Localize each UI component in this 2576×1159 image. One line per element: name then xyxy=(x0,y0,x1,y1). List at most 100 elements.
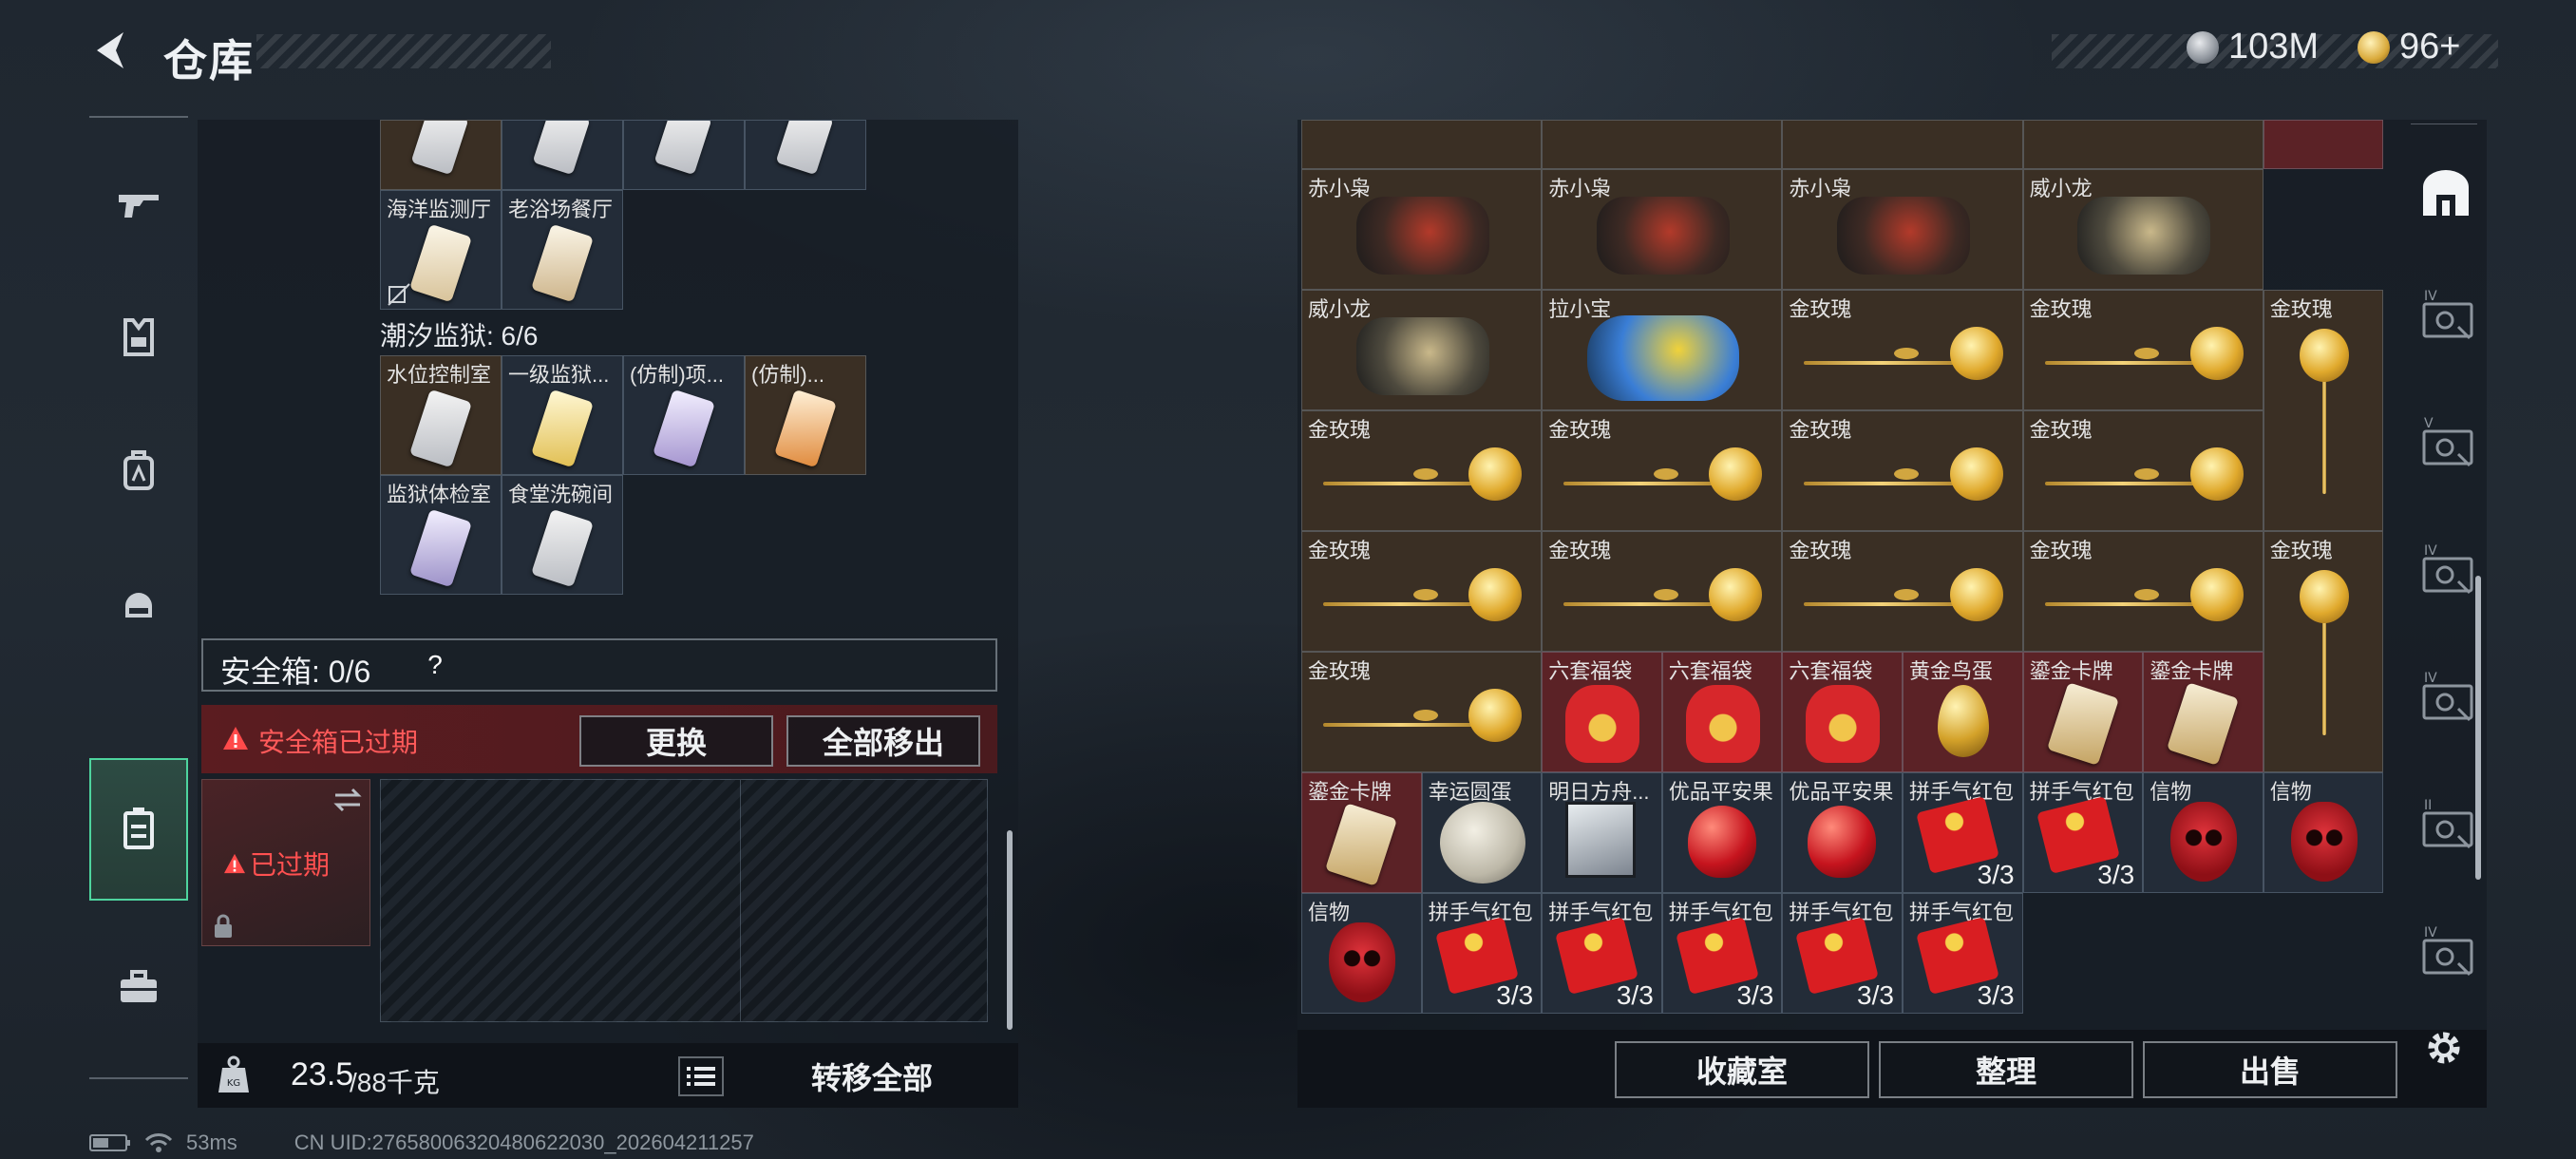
settings-gear-icon[interactable] xyxy=(2420,1024,2468,1072)
item-cell[interactable]: (仿制)项... xyxy=(623,355,745,475)
item-cell[interactable]: 监狱体检室 xyxy=(380,475,502,595)
safebox-slot[interactable]: 已过期 xyxy=(201,779,370,946)
move-all-out-button[interactable]: 全部移出 xyxy=(786,715,980,767)
item-cell[interactable]: 金玫瑰 xyxy=(2263,290,2384,531)
item-cell[interactable]: 金玫瑰 xyxy=(2263,531,2384,772)
item-cell[interactable]: 赤小枭 xyxy=(1542,169,1783,290)
item-cell[interactable] xyxy=(380,120,502,190)
item-cell[interactable]: 海洋监测厅 xyxy=(380,190,502,310)
item-cell[interactable]: 幸运圆蛋 xyxy=(1421,772,1543,893)
map-badge-icon[interactable]: IV xyxy=(2416,540,2477,598)
list-view-button[interactable] xyxy=(678,1056,724,1096)
currency-gold[interactable]: 96+ xyxy=(2358,27,2460,67)
item-label: 赤小枭 xyxy=(1308,177,1372,200)
item-cell[interactable]: 金玫瑰 xyxy=(2022,410,2263,531)
map-badge-icon[interactable]: V xyxy=(2416,412,2477,471)
item-cell[interactable]: 拼手气红包 3/3 xyxy=(1903,893,2023,1014)
map-badge-icon[interactable]: IV xyxy=(2416,922,2477,980)
swap-icon[interactable] xyxy=(331,786,364,814)
item-cell[interactable] xyxy=(1782,120,2023,169)
item-cell[interactable] xyxy=(1542,120,1783,169)
weight-capacity: /88千克 xyxy=(350,1068,440,1097)
item-cell[interactable]: 明日方舟... xyxy=(1542,772,1662,893)
map-badge-icon[interactable]: IV xyxy=(2416,285,2477,344)
item-cell[interactable]: 金玫瑰 xyxy=(1782,531,2023,652)
item-cell[interactable]: 六套福袋 xyxy=(1542,652,1662,772)
nav-armor[interactable] xyxy=(89,266,188,408)
item-cell[interactable] xyxy=(623,120,745,190)
item-cell[interactable]: 金玫瑰 xyxy=(1301,652,1543,772)
item-count: 3/3 xyxy=(1496,980,1534,1010)
item-cell[interactable]: 拼手气红包 3/3 xyxy=(1421,893,1543,1014)
item-cell[interactable]: 威小龙 xyxy=(1301,290,1543,410)
item-label: 海洋监测厅 xyxy=(387,198,492,221)
item-cell[interactable]: 优品平安果 xyxy=(1661,772,1783,893)
item-cell[interactable]: 金玫瑰 xyxy=(1782,410,2023,531)
item-cell[interactable]: 六套福袋 xyxy=(1661,652,1783,772)
warning-icon xyxy=(223,727,248,750)
item-cell[interactable]: 水位控制室 xyxy=(380,355,502,475)
item-cell[interactable]: 金玫瑰 xyxy=(2022,290,2263,410)
transfer-all-button[interactable]: 转移全部 xyxy=(745,1051,999,1102)
item-cell[interactable]: 六套福袋 xyxy=(1782,652,1903,772)
svg-text:KG: KG xyxy=(227,1078,240,1089)
item-cell[interactable]: 鎏金卡牌 xyxy=(1301,772,1422,893)
safebox-header: 安全箱: 0/6 ? xyxy=(201,638,997,692)
sell-button[interactable]: 出售 xyxy=(2143,1041,2397,1098)
item-cell[interactable] xyxy=(2022,120,2263,169)
item-cell[interactable]: 食堂洗碗间 xyxy=(502,475,623,595)
item-cell[interactable]: 金玫瑰 xyxy=(2022,531,2263,652)
item-cell[interactable]: 拼手气红包 3/3 xyxy=(1782,893,1903,1014)
scrollbar[interactable] xyxy=(1007,830,1013,1030)
item-cell[interactable]: 拼手气红包 3/3 xyxy=(2022,772,2144,893)
map-badge-icon[interactable]: II xyxy=(2416,794,2477,853)
item-cell[interactable]: 金玫瑰 xyxy=(1542,531,1783,652)
item-cell[interactable]: 金玫瑰 xyxy=(1301,410,1543,531)
item-cell[interactable]: 金玫瑰 xyxy=(1301,531,1543,652)
item-label: 信物 xyxy=(1308,901,1351,924)
item-cell[interactable]: 鎏金卡牌 xyxy=(2022,652,2144,772)
item-cell[interactable]: 拼手气红包 3/3 xyxy=(1903,772,2023,893)
item-cell[interactable]: 信物 xyxy=(2263,772,2384,893)
back-arrow-icon[interactable] xyxy=(87,27,135,74)
item-cell[interactable]: 威小龙 xyxy=(2022,169,2263,290)
item-cell[interactable]: 赤小枭 xyxy=(1782,169,2023,290)
right-nav-home[interactable] xyxy=(2413,160,2479,226)
item-cell[interactable] xyxy=(502,120,623,190)
collection-button[interactable]: 收藏室 xyxy=(1615,1041,1869,1098)
item-cell[interactable]: (仿制)... xyxy=(745,355,866,475)
replace-button[interactable]: 更换 xyxy=(579,715,773,767)
map-badge-icon[interactable]: IV xyxy=(2416,667,2477,726)
item-cell[interactable]: 金玫瑰 xyxy=(1542,410,1783,531)
item-cell[interactable]: 金玫瑰 xyxy=(1782,290,2023,410)
item-cell[interactable]: 鎏金卡牌 xyxy=(2143,652,2263,772)
item-label: 金玫瑰 xyxy=(1548,539,1612,562)
item-cell[interactable]: 老浴场餐厅 xyxy=(502,190,623,310)
item-cell[interactable]: 黄金鸟蛋 xyxy=(1903,652,2023,772)
item-cell[interactable]: 信物 xyxy=(2143,772,2263,893)
item-cell[interactable] xyxy=(745,120,866,190)
sort-button[interactable]: 整理 xyxy=(1879,1041,2133,1098)
item-count: 3/3 xyxy=(2097,860,2135,889)
item-cell[interactable]: 一级监狱... xyxy=(502,355,623,475)
item-cell[interactable]: 赤小枭 xyxy=(1301,169,1543,290)
nav-backpack[interactable] xyxy=(89,399,188,542)
item-cell[interactable]: 优品平安果 xyxy=(1782,772,1903,893)
item-cell[interactable]: 拼手气红包 3/3 xyxy=(1542,893,1662,1014)
item-count: 3/3 xyxy=(1736,980,1774,1010)
item-label: 金玫瑰 xyxy=(2029,539,2093,562)
item-cell[interactable]: 拼手气红包 3/3 xyxy=(1661,893,1783,1014)
nav-safebox[interactable] xyxy=(89,758,188,901)
item-cell[interactable]: 拉小宝 xyxy=(1542,290,1783,410)
help-icon[interactable]: ? xyxy=(416,646,454,684)
item-cell[interactable]: 信物 xyxy=(1301,893,1422,1014)
nav-toolbox[interactable] xyxy=(89,916,188,1058)
item-cell[interactable] xyxy=(1301,120,1543,169)
safebox-grid[interactable] xyxy=(380,779,988,1022)
item-cell[interactable] xyxy=(2263,120,2384,169)
nav-helmet[interactable] xyxy=(89,532,188,674)
gold-card-icon xyxy=(2167,682,2240,766)
stash-right-panel: 赤小枭 赤小枭 赤小枭 威小龙 威小龙 拉小宝 金玫瑰 金玫瑰 金玫瑰 金玫瑰 金玫瑰 金玫瑰 金玫瑰金… xyxy=(1297,120,2487,1108)
nav-weapon[interactable] xyxy=(89,133,188,276)
item-label: 金玫瑰 xyxy=(1548,418,1612,442)
